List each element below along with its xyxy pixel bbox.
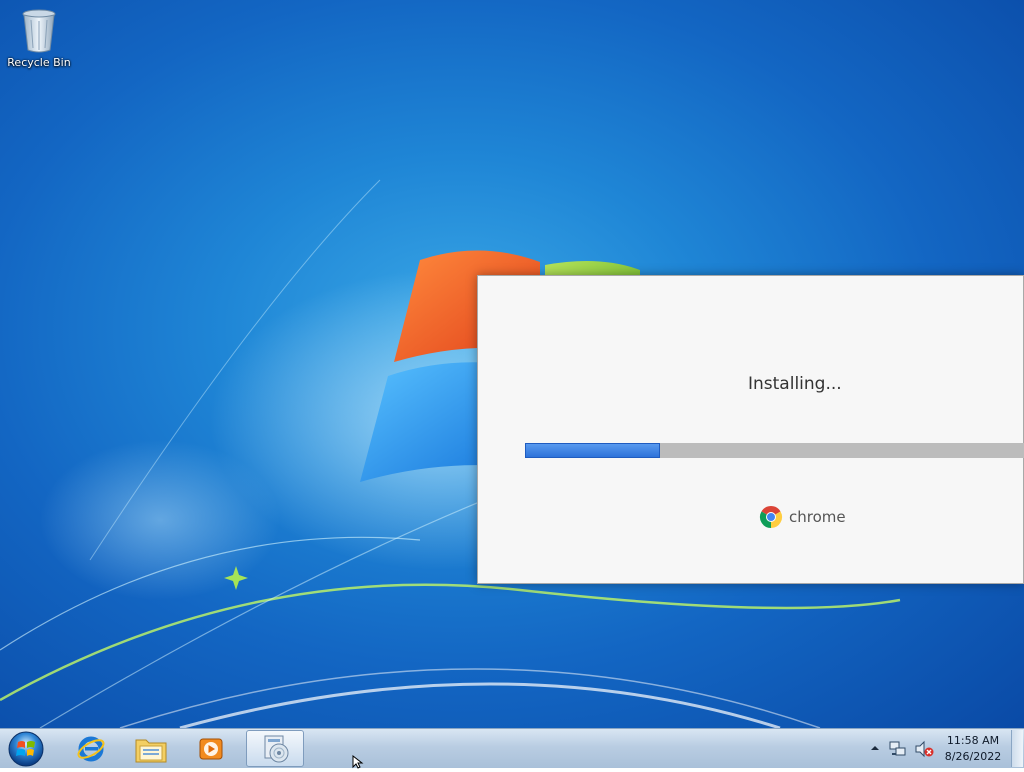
chrome-branding: chrome bbox=[759, 505, 846, 529]
chrome-installer-window[interactable]: Installing... chrome bbox=[477, 275, 1024, 584]
taskbar-internet-explorer[interactable] bbox=[62, 730, 120, 767]
desktop[interactable]: Recycle Bin Installing... chrome bbox=[0, 0, 1024, 728]
install-progress-fill bbox=[525, 443, 660, 458]
clock-date: 8/26/2022 bbox=[944, 750, 1002, 763]
mouse-cursor-icon bbox=[352, 755, 364, 769]
taskbar-installer[interactable] bbox=[246, 730, 304, 767]
chevron-up-icon[interactable] bbox=[870, 743, 880, 753]
recycle-bin-icon bbox=[19, 6, 59, 54]
start-button[interactable] bbox=[4, 730, 48, 768]
installer-disc-icon bbox=[264, 735, 289, 762]
volume-muted-icon[interactable] bbox=[914, 740, 934, 758]
internet-explorer-icon bbox=[77, 736, 105, 761]
windows-start-orb-icon bbox=[8, 731, 44, 767]
chrome-logo-icon bbox=[759, 506, 783, 528]
install-progress-bar bbox=[525, 443, 1024, 458]
recycle-bin[interactable]: Recycle Bin bbox=[4, 6, 74, 69]
show-desktop-button[interactable] bbox=[1011, 730, 1023, 767]
taskbar-windows-explorer[interactable] bbox=[122, 730, 180, 767]
media-player-icon bbox=[199, 738, 223, 759]
taskbar-media-player[interactable] bbox=[182, 730, 240, 767]
folder-icon bbox=[135, 739, 167, 762]
system-clock[interactable]: 11:58 AM 8/26/2022 bbox=[940, 733, 1006, 765]
installing-status-text: Installing... bbox=[748, 374, 842, 394]
chrome-wordmark: chrome bbox=[789, 508, 846, 526]
recycle-bin-label: Recycle Bin bbox=[7, 56, 71, 69]
clock-time: 11:58 AM bbox=[946, 734, 1000, 747]
network-icon[interactable] bbox=[889, 740, 907, 758]
taskbar: 11:58 AM 8/26/2022 bbox=[0, 728, 1024, 768]
